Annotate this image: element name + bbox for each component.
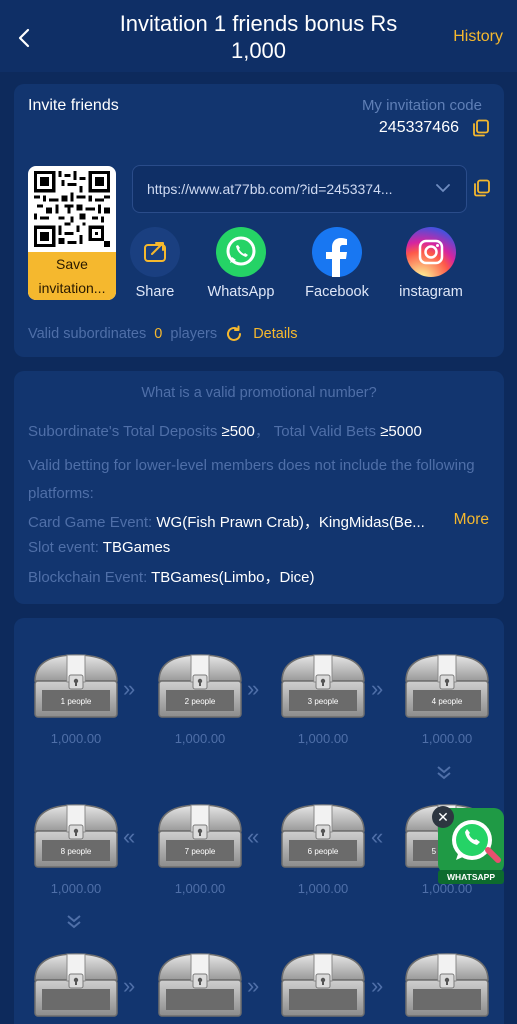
- app-header: Invitation 1 friends bonus Rs 1,000 Hist…: [0, 0, 517, 72]
- chest-people-label: 1 people: [60, 697, 92, 706]
- reward-chest[interactable]: [155, 950, 245, 1020]
- reward-chests-card: 1 people 1,000.00 2 people 1,000.00 3 pe…: [14, 618, 504, 1024]
- facebook-share-button[interactable]: Facebook: [291, 227, 383, 300]
- rules-card: What is a valid promotional number? Subo…: [14, 371, 504, 604]
- chevron-left-icon: [18, 28, 30, 48]
- instagram-icon: [406, 227, 456, 277]
- chest-reward-amount: 1,000.00: [50, 731, 102, 746]
- valid-subordinates-label: Valid subordinates: [28, 325, 147, 342]
- valid-subordinates-count: 0: [154, 325, 163, 342]
- invite-friends-label: Invite friends: [28, 97, 119, 114]
- chest-people-label: 8 people: [60, 847, 92, 856]
- instagram-share-button[interactable]: instagram: [385, 227, 477, 300]
- qr-code-image: [34, 171, 110, 247]
- invite-card: Invite friends My invitation code 245337…: [14, 84, 504, 357]
- chest-people-label: 4 people: [431, 697, 463, 706]
- chest-reward-amount: 1,000.00: [297, 881, 349, 896]
- copy-code-icon[interactable]: [472, 119, 490, 137]
- instagram-label: instagram: [399, 284, 463, 300]
- reward-chest[interactable]: 6 people 1,000.00: [278, 801, 368, 896]
- invitation-link-field[interactable]: https://www.at77bb.com/?id=2453374...: [132, 165, 467, 213]
- facebook-icon: [312, 227, 362, 277]
- whatsapp-float-button[interactable]: ✕ WHATSAPP: [432, 802, 508, 888]
- chest-people-label: 6 people: [307, 847, 339, 856]
- chevron-right-icon: »: [247, 676, 259, 701]
- chevron-down-icon: [437, 766, 451, 780]
- chevron-left-icon: «: [371, 824, 383, 849]
- chevron-right-icon: »: [123, 973, 135, 998]
- close-icon[interactable]: ✕: [432, 806, 454, 828]
- more-link[interactable]: More: [454, 511, 489, 529]
- chest-reward-amount: 1,000.00: [174, 731, 226, 746]
- invitation-code-label: My invitation code: [361, 97, 482, 114]
- share-button[interactable]: Share: [109, 227, 201, 300]
- rules-title: What is a valid promotional number?: [141, 385, 377, 401]
- whatsapp-label: WhatsApp: [207, 284, 275, 300]
- reward-chest[interactable]: 1 people 1,000.00: [31, 651, 121, 746]
- save-invitation-button[interactable]: Save invitation...: [28, 252, 116, 300]
- reward-chest[interactable]: 2 people 1,000.00: [155, 651, 245, 746]
- invitation-link-text: https://www.at77bb.com/?id=2453374...: [147, 181, 393, 197]
- page-title: Invitation 1 friends bonus Rs 1,000: [119, 11, 398, 63]
- reward-chest[interactable]: 7 people 1,000.00: [155, 801, 245, 896]
- facebook-label: Facebook: [305, 284, 369, 300]
- chest-reward-amount: 1,000.00: [50, 881, 102, 896]
- card-game-event-line: Card Game Event: WG(Fish Prawn Crab)，Kin…: [28, 514, 425, 531]
- chest-reward-amount: 1,000.00: [421, 731, 473, 746]
- invitation-code: 245337466: [378, 119, 459, 136]
- chevron-right-icon: »: [371, 676, 383, 701]
- reward-chest[interactable]: [31, 950, 121, 1020]
- chevron-left-icon: «: [247, 824, 259, 849]
- blockchain-event-line: Blockchain Event: TBGames(Limbo，Dice): [28, 569, 315, 586]
- slot-event-line: Slot event: TBGames: [28, 539, 171, 556]
- reward-chest[interactable]: [402, 950, 492, 1020]
- reward-chest[interactable]: 8 people 1,000.00: [31, 801, 121, 896]
- chevron-down-icon: [67, 915, 81, 929]
- qr-code-box: Save invitation...: [28, 166, 116, 300]
- chest-people-label: 3 people: [307, 697, 339, 706]
- copy-link-icon[interactable]: [473, 179, 491, 197]
- chevron-left-icon: «: [123, 824, 135, 849]
- chevron-right-icon: »: [247, 973, 259, 998]
- share-label: Share: [135, 284, 175, 300]
- back-button[interactable]: [12, 24, 36, 52]
- share-icon: [130, 227, 180, 277]
- chest-people-label: 2 people: [184, 697, 216, 706]
- chest-people-label: 7 people: [184, 847, 216, 856]
- whatsapp-badge: WHATSAPP: [438, 870, 504, 884]
- exclusion-note-line2: platforms:: [28, 485, 94, 502]
- reward-chest[interactable]: 3 people 1,000.00: [278, 651, 368, 746]
- chest-reward-amount: 1,000.00: [297, 731, 349, 746]
- players-label: players: [170, 325, 218, 342]
- chest-reward-amount: 1,000.00: [174, 881, 226, 896]
- chevron-right-icon: »: [123, 676, 135, 701]
- reward-chest[interactable]: 4 people 1,000.00: [402, 651, 492, 746]
- requirements-line: Subordinate's Total Deposits ≥500， Total…: [28, 423, 422, 440]
- reward-chest[interactable]: [278, 950, 368, 1020]
- history-link[interactable]: History: [453, 28, 503, 46]
- details-link[interactable]: Details: [253, 326, 297, 342]
- chevron-right-icon: »: [371, 973, 383, 998]
- chevron-down-icon: [436, 184, 450, 193]
- whatsapp-share-button[interactable]: WhatsApp: [195, 227, 287, 300]
- whatsapp-icon: [216, 227, 266, 277]
- refresh-icon[interactable]: [225, 325, 243, 343]
- valid-subordinates-row: Valid subordinates 0 players Details: [28, 325, 298, 343]
- exclusion-note-line1: Valid betting for lower-level members do…: [28, 457, 475, 474]
